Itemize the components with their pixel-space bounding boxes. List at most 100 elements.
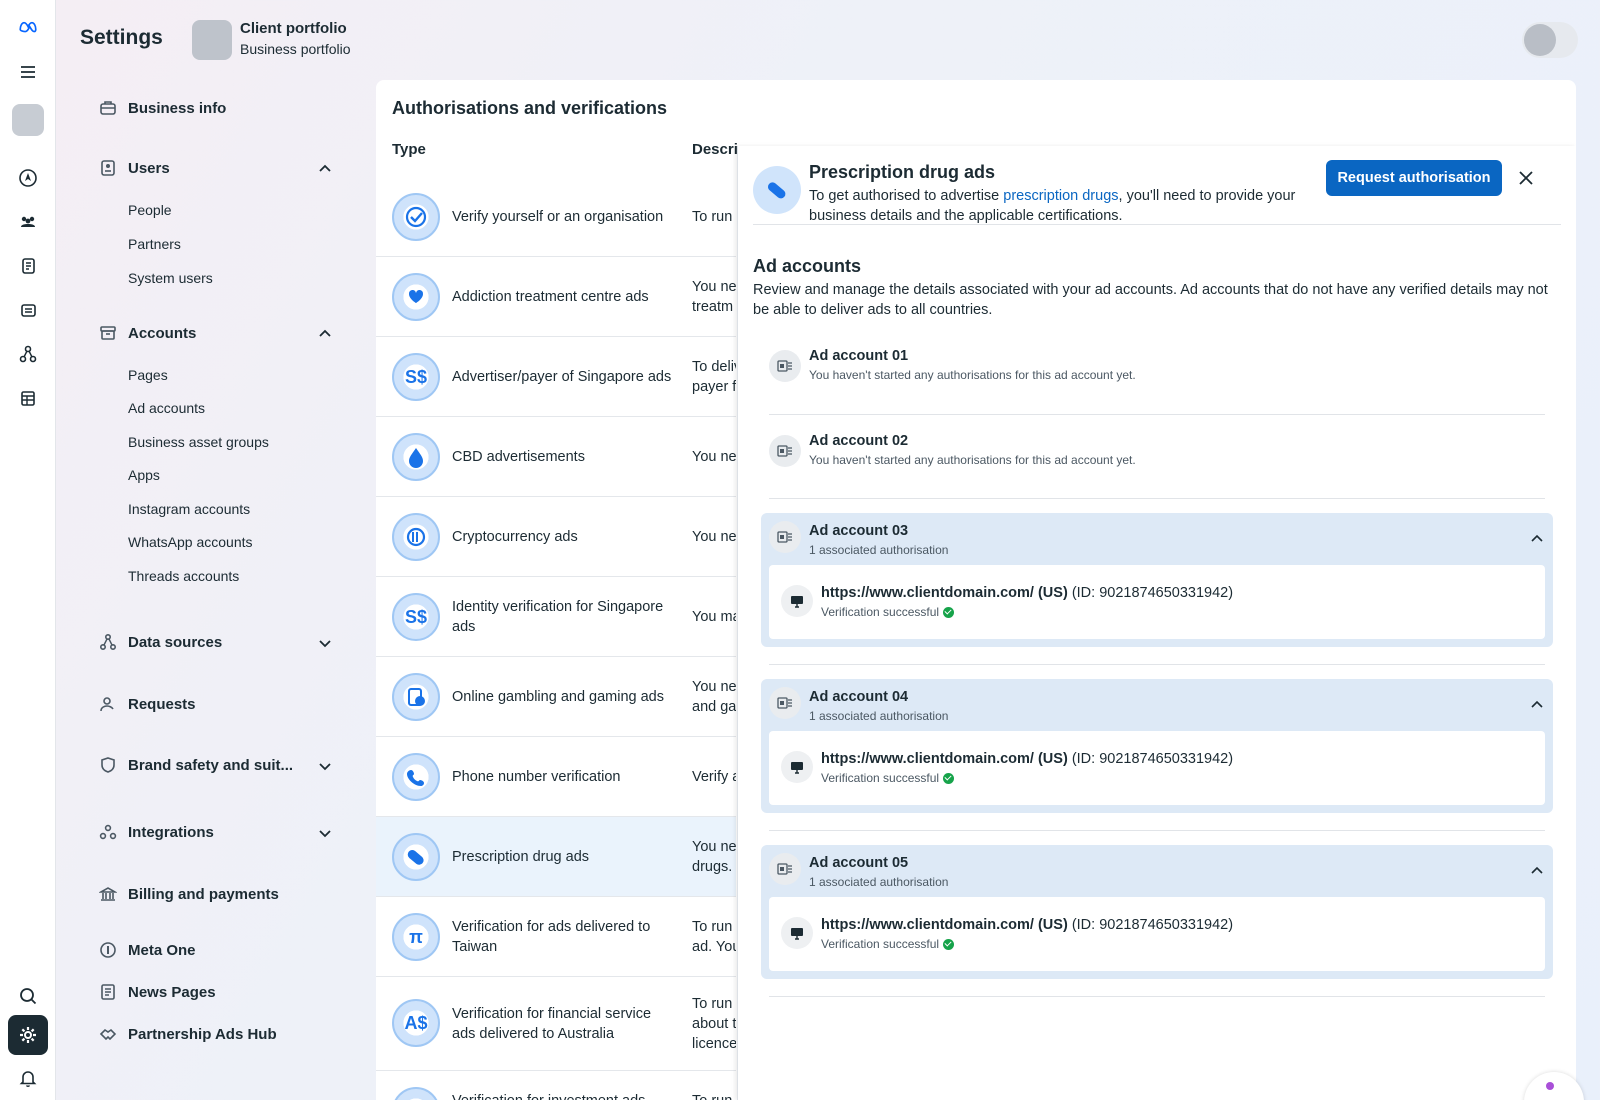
table-icon[interactable] <box>8 378 48 418</box>
authorisation-item[interactable]: https://www.clientdomain.com/ (US) (ID: … <box>769 897 1545 971</box>
bell-icon[interactable] <box>8 1058 48 1098</box>
ad-account-item[interactable]: Ad account 02 You haven't started any au… <box>761 423 1553 483</box>
briefcase-icon <box>96 96 120 120</box>
nav-users[interactable]: Users <box>96 156 170 180</box>
nav-partnership-ads-hub[interactable]: Partnership Ads Hub <box>96 1022 277 1046</box>
table-row[interactable]: Cryptocurrency ads You ne <box>376 497 736 577</box>
ad-account-name: Ad account 03 <box>809 523 909 539</box>
row-name: Cryptocurrency ads <box>452 529 578 545</box>
monitor-icon <box>781 917 813 949</box>
chevron-up-icon[interactable] <box>316 160 334 178</box>
chevron-down-icon[interactable] <box>316 757 334 775</box>
nav-label: Data sources <box>128 633 223 651</box>
authorisation-item[interactable]: https://www.clientdomain.com/ (US) (ID: … <box>769 565 1545 639</box>
portfolio-avatar[interactable] <box>192 20 232 60</box>
user-card-icon <box>96 156 120 180</box>
nav-news-pages[interactable]: News Pages <box>96 980 216 1004</box>
row-name: Identity verification for Singapore ads <box>452 599 664 635</box>
gear-icon[interactable] <box>8 1015 48 1055</box>
nav-business-info[interactable]: Business info <box>96 96 226 120</box>
nav-accounts[interactable]: Accounts <box>96 321 196 345</box>
table-row[interactable]: π Verification for ads delivered to Taiw… <box>376 897 736 977</box>
prescription-drugs-link[interactable]: prescription drugs <box>1003 188 1118 204</box>
nav-item-ad-accounts[interactable]: Ad accounts <box>128 400 205 416</box>
close-icon[interactable] <box>1516 168 1536 188</box>
menu-icon[interactable] <box>8 52 48 92</box>
divider <box>769 414 1545 415</box>
table-row[interactable]: Online gambling and gaming ads You ne an… <box>376 657 736 737</box>
nav-item-system-users[interactable]: System users <box>128 270 213 286</box>
portfolio-name[interactable]: Client portfolio <box>240 20 347 37</box>
row-name: Phone number verification <box>452 769 621 785</box>
table-row[interactable]: S$ Identity verification for Singapore a… <box>376 577 736 657</box>
nav-label: News Pages <box>128 983 216 1001</box>
meta-logo-icon[interactable] <box>8 6 48 46</box>
nav-item-instagram-accounts[interactable]: Instagram accounts <box>128 501 250 517</box>
main-card: Authorisations and verifications Type De… <box>376 80 1576 1100</box>
nav-integrations[interactable]: Integrations <box>96 820 214 844</box>
ad-account-name: Ad account 01 <box>809 348 909 364</box>
ad-account-item[interactable]: Ad account 01 You haven't started any au… <box>761 338 1553 398</box>
url-text: https://www.clientdomain.com/ (US) <box>821 751 1068 767</box>
nav-item-people[interactable]: People <box>128 202 172 218</box>
nav-item-apps[interactable]: Apps <box>128 467 160 483</box>
people-icon[interactable] <box>8 202 48 242</box>
table-row[interactable]: Phone number verification Verify a <box>376 737 736 817</box>
nav-billing[interactable]: Billing and payments <box>96 882 279 906</box>
row-name: Verification for ads delivered to Taiwan <box>452 919 651 955</box>
nav-item-partners[interactable]: Partners <box>128 236 181 252</box>
nav-meta-one[interactable]: Meta One <box>96 938 196 962</box>
chevron-up-icon[interactable] <box>316 325 334 343</box>
column-header-type[interactable]: Type <box>392 141 426 158</box>
ad-accounts-title: Ad accounts <box>753 256 862 276</box>
request-authorisation-button[interactable]: Request authorisation <box>1326 160 1502 196</box>
nav-item-business-asset-groups[interactable]: Business asset groups <box>128 434 269 450</box>
nav-data-sources[interactable]: Data sources <box>96 630 222 654</box>
column-header-description[interactable]: Descri <box>692 141 738 158</box>
phone-icon <box>392 753 440 801</box>
chevron-up-icon[interactable] <box>1529 697 1545 713</box>
check-circle-icon <box>943 938 955 950</box>
table-row[interactable]: A$ Verification for financial service ad… <box>376 977 736 1071</box>
ad-account-icon <box>769 521 801 553</box>
verification-status: Verification successful <box>821 771 955 785</box>
divider <box>769 830 1545 831</box>
network-icon[interactable] <box>8 334 48 374</box>
table-row[interactable]: Prescription drug ads You ne drugs. <box>376 817 736 897</box>
table-row[interactable]: S$ Advertiser/payer of Singapore ads To … <box>376 337 736 417</box>
chevron-up-icon[interactable] <box>1529 863 1545 879</box>
ad-account-icon <box>769 435 801 467</box>
chevron-up-icon[interactable] <box>1529 531 1545 547</box>
user-avatar-toggle[interactable] <box>1522 22 1578 58</box>
nav-item-pages[interactable]: Pages <box>128 367 168 383</box>
chevron-down-icon[interactable] <box>316 634 334 652</box>
chevron-down-icon[interactable] <box>316 824 334 842</box>
nav-item-threads-accounts[interactable]: Threads accounts <box>128 568 239 584</box>
ad-account-item-expanded[interactable]: Ad account 05 1 associated authorisation… <box>761 845 1553 979</box>
ad-account-item-expanded[interactable]: Ad account 03 1 associated authorisation… <box>761 513 1553 647</box>
table-row[interactable]: Addiction treatment centre ads You ne tr… <box>376 257 736 337</box>
table-row[interactable]: Verification for investment ads To run <box>376 1071 736 1100</box>
investment-icon <box>392 1087 440 1100</box>
row-desc: To run about t licence <box>692 996 736 1052</box>
row-desc: You ne treatm <box>692 279 736 315</box>
row-name: Addiction treatment centre ads <box>452 289 649 305</box>
portfolio-square[interactable] <box>12 104 44 136</box>
nav-requests[interactable]: Requests <box>96 692 196 716</box>
row-name: Online gambling and gaming ads <box>452 689 664 705</box>
table-row[interactable]: CBD advertisements You ne <box>376 417 736 497</box>
search-icon[interactable] <box>8 976 48 1016</box>
authorisation-item[interactable]: https://www.clientdomain.com/ (US) (ID: … <box>769 731 1545 805</box>
table-row[interactable]: Verify yourself or an organisation To ru… <box>376 177 736 257</box>
nav-brand-safety[interactable]: Brand safety and suit... <box>96 753 293 777</box>
integrations-icon <box>96 820 120 844</box>
status-text: Verification successful <box>821 937 940 951</box>
pages-icon[interactable] <box>8 246 48 286</box>
ads-icon[interactable] <box>8 290 48 330</box>
aud-currency-icon: A$ <box>392 999 440 1047</box>
compass-icon[interactable] <box>8 158 48 198</box>
panel-title: Prescription drug ads <box>809 162 996 182</box>
nav-item-whatsapp-accounts[interactable]: WhatsApp accounts <box>128 534 253 550</box>
ad-account-item-expanded[interactable]: Ad account 04 1 associated authorisation… <box>761 679 1553 813</box>
heart-hand-icon <box>392 273 440 321</box>
